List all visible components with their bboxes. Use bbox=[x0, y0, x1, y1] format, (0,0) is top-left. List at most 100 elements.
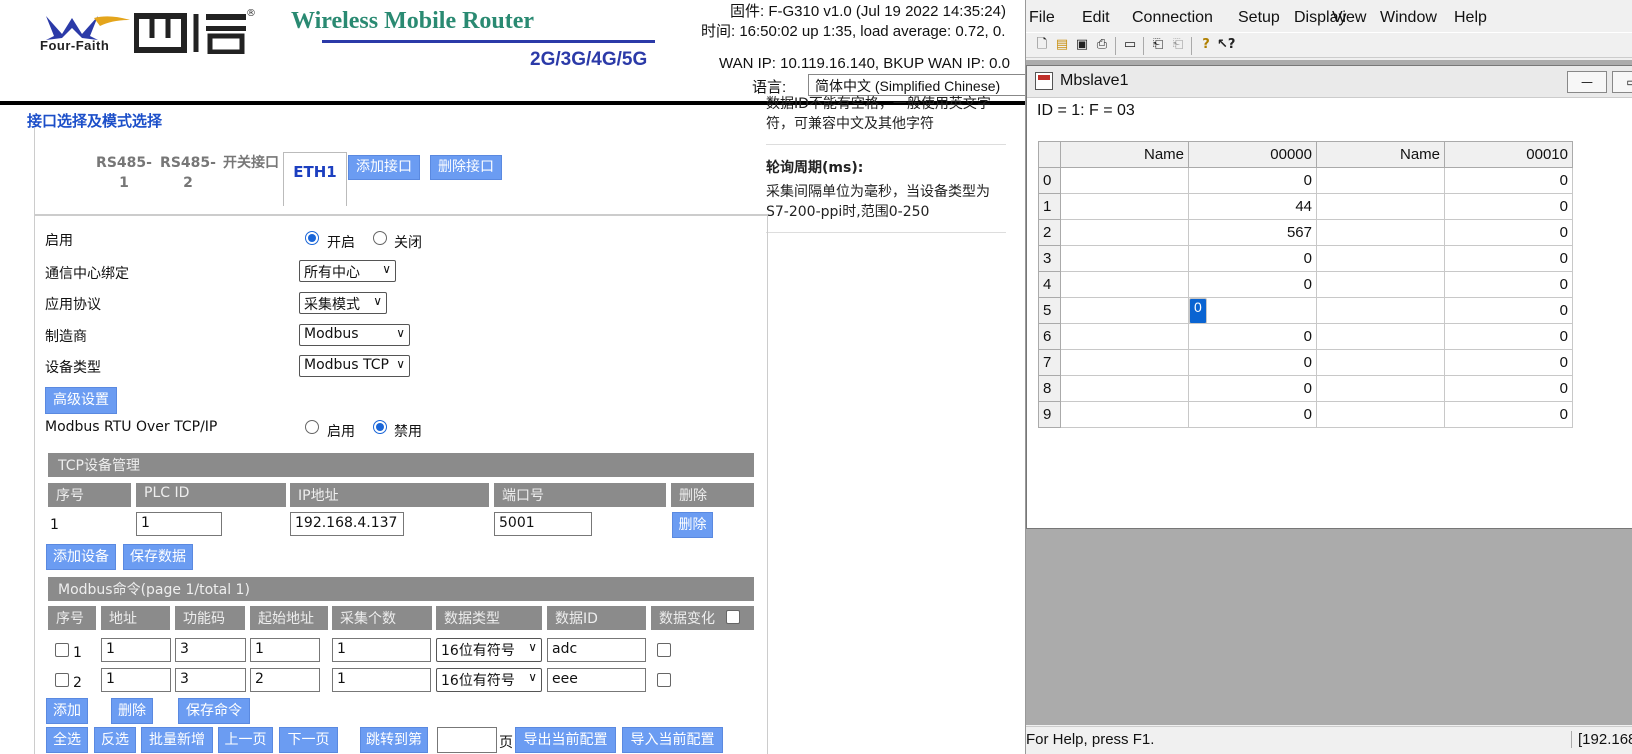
grid-value-cell[interactable]: 0 bbox=[1444, 245, 1573, 272]
grid-row-index[interactable]: 7 bbox=[1038, 349, 1061, 376]
row2-change-checkbox[interactable] bbox=[657, 673, 671, 687]
save-icon[interactable]: ▣ bbox=[1073, 36, 1091, 54]
grid-value-cell[interactable]: 0 bbox=[1188, 245, 1317, 272]
grid-row-index[interactable]: 5 bbox=[1038, 297, 1061, 324]
grid-name-cell[interactable] bbox=[1316, 349, 1445, 376]
context-help-icon[interactable]: ↖? bbox=[1217, 36, 1235, 54]
batch-add-button[interactable]: 批量新增 bbox=[141, 727, 213, 753]
save-command-button[interactable]: 保存命令 bbox=[178, 698, 250, 724]
row1-data-id-input[interactable]: adc bbox=[547, 638, 646, 662]
tcp-delete-button[interactable]: 删除 bbox=[672, 512, 713, 538]
grid-value-cell[interactable]: 0 bbox=[1189, 298, 1207, 324]
invert-selection-button[interactable]: 反选 bbox=[94, 727, 136, 753]
page-number-input[interactable] bbox=[437, 727, 497, 753]
add-command-button[interactable]: 添加 bbox=[46, 698, 88, 724]
grid-name-cell[interactable] bbox=[1060, 271, 1189, 298]
grid-name-cell[interactable] bbox=[1316, 245, 1445, 272]
grid-value-cell[interactable]: 567 bbox=[1188, 219, 1317, 246]
grid-row-index[interactable]: 6 bbox=[1038, 323, 1061, 350]
export-config-button[interactable]: 导出当前配置 bbox=[515, 727, 616, 753]
row2-func-input[interactable]: 3 bbox=[175, 668, 246, 692]
grid-name-cell[interactable] bbox=[1060, 323, 1189, 350]
grid-name-cell[interactable] bbox=[1060, 401, 1189, 428]
connect-icon[interactable]: ⎗ bbox=[1149, 36, 1167, 54]
grid-value-cell[interactable]: 0 bbox=[1444, 271, 1573, 298]
grid-name-cell[interactable] bbox=[1060, 167, 1189, 194]
grid-value-cell[interactable]: 0 bbox=[1444, 297, 1573, 324]
menu-setup[interactable]: Setup bbox=[1238, 9, 1280, 27]
add-interface-button[interactable]: 添加接口 bbox=[348, 155, 420, 180]
grid-name-cell[interactable] bbox=[1060, 219, 1189, 246]
row1-select-checkbox[interactable] bbox=[55, 643, 69, 657]
port-input[interactable]: 5001 bbox=[494, 512, 592, 536]
prev-page-button[interactable]: 上一页 bbox=[218, 727, 273, 753]
grid-name-cell[interactable] bbox=[1060, 245, 1189, 272]
window-icon[interactable]: ▭ bbox=[1121, 36, 1139, 54]
help-icon[interactable]: ? bbox=[1197, 36, 1215, 54]
grid-value-cell[interactable]: 44 bbox=[1188, 193, 1317, 220]
grid-name-cell[interactable] bbox=[1316, 401, 1445, 428]
menu-view[interactable]: View bbox=[1332, 9, 1366, 27]
jump-to-page-button[interactable]: 跳转到第 bbox=[360, 727, 428, 753]
grid-value-cell[interactable]: 0 bbox=[1444, 167, 1573, 194]
protocol-select[interactable]: 采集模式 ∨ bbox=[299, 292, 387, 314]
maximize-button[interactable]: ▭ bbox=[1612, 71, 1632, 93]
grid-value-cell[interactable]: 0 bbox=[1188, 375, 1317, 402]
grid-row-index[interactable]: 4 bbox=[1038, 271, 1061, 298]
menu-help[interactable]: Help bbox=[1454, 9, 1487, 27]
change-all-checkbox[interactable] bbox=[726, 610, 740, 624]
row1-change-checkbox[interactable] bbox=[657, 643, 671, 657]
language-select[interactable]: 简体中文 (Simplified Chinese) bbox=[808, 74, 1025, 96]
tab-switch[interactable]: 开关接口 bbox=[220, 153, 282, 173]
open-folder-icon[interactable]: ▤ bbox=[1053, 36, 1071, 54]
grid-value-cell[interactable]: 0 bbox=[1188, 323, 1317, 350]
grid-value-cell[interactable]: 0 bbox=[1188, 167, 1317, 194]
grid-value-cell[interactable]: 0 bbox=[1444, 401, 1573, 428]
grid-row-index[interactable]: 9 bbox=[1038, 401, 1061, 428]
row2-count-input[interactable]: 1 bbox=[332, 668, 431, 692]
menu-file[interactable]: File bbox=[1029, 9, 1055, 27]
grid-value-cell[interactable]: 0 bbox=[1188, 401, 1317, 428]
grid-name-cell[interactable] bbox=[1316, 271, 1445, 298]
grid-value-cell[interactable]: 0 bbox=[1444, 349, 1573, 376]
grid-value-cell[interactable]: 0 bbox=[1444, 375, 1573, 402]
menu-connection[interactable]: Connection bbox=[1132, 9, 1213, 27]
delete-interface-button[interactable]: 删除接口 bbox=[430, 155, 502, 180]
grid-row-index[interactable]: 0 bbox=[1038, 167, 1061, 194]
grid-name-cell[interactable] bbox=[1316, 219, 1445, 246]
ip-address-input[interactable]: 192.168.4.137 bbox=[290, 512, 404, 536]
center-select[interactable]: 所有中心 ∨ bbox=[299, 260, 396, 282]
row1-func-input[interactable]: 3 bbox=[175, 638, 246, 662]
tab-rs485-2[interactable]: RS485-2 bbox=[160, 153, 216, 193]
menu-window[interactable]: Window bbox=[1380, 9, 1437, 27]
row1-start-input[interactable]: 1 bbox=[250, 638, 320, 662]
grid-value-cell[interactable]: 0 bbox=[1188, 271, 1317, 298]
grid-name-cell[interactable] bbox=[1060, 193, 1189, 220]
grid-row-index[interactable]: 8 bbox=[1038, 375, 1061, 402]
row1-addr-input[interactable]: 1 bbox=[101, 638, 171, 662]
grid-row-index[interactable]: 1 bbox=[1038, 193, 1061, 220]
row2-select-checkbox[interactable] bbox=[55, 673, 69, 687]
grid-value-cell[interactable]: 0 bbox=[1444, 323, 1573, 350]
grid-name-cell[interactable] bbox=[1060, 349, 1189, 376]
grid-name-cell[interactable] bbox=[1316, 297, 1445, 324]
enable-on-radio[interactable] bbox=[305, 231, 319, 245]
grid-row-index[interactable]: 3 bbox=[1038, 245, 1061, 272]
next-page-button[interactable]: 下一页 bbox=[279, 727, 338, 753]
import-config-button[interactable]: 导入当前配置 bbox=[622, 727, 723, 753]
disconnect-icon[interactable]: ⎗ bbox=[1169, 36, 1187, 54]
row2-addr-input[interactable]: 1 bbox=[101, 668, 171, 692]
vendor-select[interactable]: Modbus ∨ bbox=[299, 324, 410, 346]
grid-name-cell[interactable] bbox=[1316, 323, 1445, 350]
row1-type-select[interactable]: 16位有符号 ∨ bbox=[436, 638, 542, 662]
print-icon[interactable]: ⎙ bbox=[1093, 36, 1111, 54]
row2-data-id-input[interactable]: eee bbox=[547, 668, 646, 692]
row2-start-input[interactable]: 2 bbox=[250, 668, 320, 692]
delete-command-button[interactable]: 删除 bbox=[111, 698, 153, 724]
rtu-on-radio[interactable] bbox=[305, 420, 319, 434]
tab-rs485-1[interactable]: RS485-1 bbox=[96, 153, 152, 193]
grid-value-cell[interactable]: 0 bbox=[1188, 349, 1317, 376]
grid-name-cell[interactable] bbox=[1060, 297, 1189, 324]
row2-type-select[interactable]: 16位有符号 ∨ bbox=[436, 668, 542, 692]
grid-value-cell[interactable]: 0 bbox=[1444, 193, 1573, 220]
